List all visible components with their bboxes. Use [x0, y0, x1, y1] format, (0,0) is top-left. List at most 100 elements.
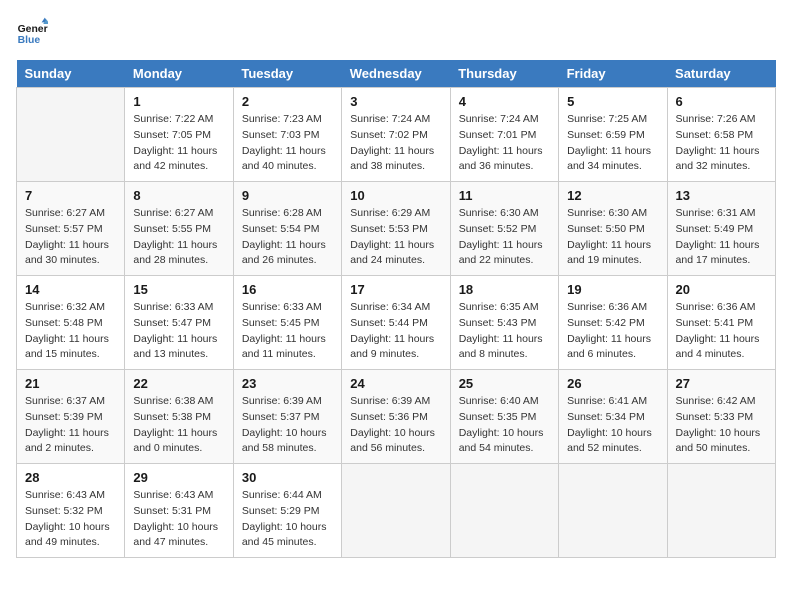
week-row-4: 28 Sunrise: 6:43 AMSunset: 5:32 PMDayligh…	[17, 464, 776, 558]
day-cell: 19 Sunrise: 6:36 AMSunset: 5:42 PMDayligh…	[559, 276, 667, 370]
day-number: 19	[567, 282, 658, 297]
day-cell	[342, 464, 450, 558]
day-info: Sunrise: 6:42 AMSunset: 5:33 PMDaylight:…	[676, 394, 767, 457]
day-cell: 14 Sunrise: 6:32 AMSunset: 5:48 PMDayligh…	[17, 276, 125, 370]
day-cell: 15 Sunrise: 6:33 AMSunset: 5:47 PMDayligh…	[125, 276, 233, 370]
day-info: Sunrise: 7:24 AMSunset: 7:02 PMDaylight:…	[350, 112, 441, 175]
day-number: 12	[567, 188, 658, 203]
day-cell	[450, 464, 558, 558]
day-info: Sunrise: 7:26 AMSunset: 6:58 PMDaylight:…	[676, 112, 767, 175]
day-number: 6	[676, 94, 767, 109]
day-number: 29	[133, 470, 224, 485]
day-number: 17	[350, 282, 441, 297]
day-number: 5	[567, 94, 658, 109]
day-cell: 7Sunrise: 6:27 AMSunset: 5:57 PMDaylight…	[17, 182, 125, 276]
day-cell: 1 Sunrise: 7:22 AMSunset: 7:05 PMDaylight…	[125, 88, 233, 182]
day-info: Sunrise: 7:23 AMSunset: 7:03 PMDaylight:…	[242, 112, 333, 175]
day-cell: 4Sunrise: 7:24 AMSunset: 7:01 PMDaylight…	[450, 88, 558, 182]
day-number: 26	[567, 376, 658, 391]
day-info: Sunrise: 6:36 AMSunset: 5:41 PMDaylight:…	[676, 300, 767, 363]
day-cell: 5 Sunrise: 7:25 AMSunset: 6:59 PMDaylight…	[559, 88, 667, 182]
day-cell: 16 Sunrise: 6:33 AMSunset: 5:45 PMDayligh…	[233, 276, 341, 370]
day-number: 21	[25, 376, 116, 391]
day-info: Sunrise: 6:30 AMSunset: 5:50 PMDaylight:…	[567, 206, 658, 269]
day-info: Sunrise: 6:34 AMSunset: 5:44 PMDaylight:…	[350, 300, 441, 363]
day-number: 2	[242, 94, 333, 109]
weekday-thursday: Thursday	[450, 60, 558, 88]
day-number: 30	[242, 470, 333, 485]
weekday-header-row: SundayMondayTuesdayWednesdayThursdayFrid…	[17, 60, 776, 88]
day-info: Sunrise: 6:39 AMSunset: 5:36 PMDaylight:…	[350, 394, 441, 457]
day-number: 10	[350, 188, 441, 203]
day-number: 20	[676, 282, 767, 297]
day-info: Sunrise: 6:39 AMSunset: 5:37 PMDaylight:…	[242, 394, 333, 457]
day-info: Sunrise: 6:28 AMSunset: 5:54 PMDaylight:…	[242, 206, 333, 269]
week-row-0: 1 Sunrise: 7:22 AMSunset: 7:05 PMDaylight…	[17, 88, 776, 182]
day-cell: 12 Sunrise: 6:30 AMSunset: 5:50 PMDayligh…	[559, 182, 667, 276]
day-cell: 25 Sunrise: 6:40 AMSunset: 5:35 PMDayligh…	[450, 370, 558, 464]
day-info: Sunrise: 6:41 AMSunset: 5:34 PMDaylight:…	[567, 394, 658, 457]
day-info: Sunrise: 6:36 AMSunset: 5:42 PMDaylight:…	[567, 300, 658, 363]
day-info: Sunrise: 6:31 AMSunset: 5:49 PMDaylight:…	[676, 206, 767, 269]
day-info: Sunrise: 6:32 AMSunset: 5:48 PMDaylight:…	[25, 300, 116, 363]
day-number: 16	[242, 282, 333, 297]
day-info: Sunrise: 6:30 AMSunset: 5:52 PMDaylight:…	[459, 206, 550, 269]
day-number: 24	[350, 376, 441, 391]
day-cell: 29Sunrise: 6:43 AMSunset: 5:31 PMDayligh…	[125, 464, 233, 558]
day-info: Sunrise: 6:43 AMSunset: 5:32 PMDaylight:…	[25, 488, 116, 551]
day-cell: 23 Sunrise: 6:39 AMSunset: 5:37 PMDayligh…	[233, 370, 341, 464]
day-cell: 6 Sunrise: 7:26 AMSunset: 6:58 PMDaylight…	[667, 88, 775, 182]
day-number: 15	[133, 282, 224, 297]
day-cell: 3Sunrise: 7:24 AMSunset: 7:02 PMDaylight…	[342, 88, 450, 182]
day-cell: 2 Sunrise: 7:23 AMSunset: 7:03 PMDaylight…	[233, 88, 341, 182]
day-info: Sunrise: 6:38 AMSunset: 5:38 PMDaylight:…	[133, 394, 224, 457]
logo: General Blue	[16, 16, 52, 48]
day-cell: 13 Sunrise: 6:31 AMSunset: 5:49 PMDayligh…	[667, 182, 775, 276]
calendar-header: SundayMondayTuesdayWednesdayThursdayFrid…	[17, 60, 776, 88]
day-number: 8	[133, 188, 224, 203]
day-cell	[17, 88, 125, 182]
day-info: Sunrise: 6:33 AMSunset: 5:45 PMDaylight:…	[242, 300, 333, 363]
svg-text:Blue: Blue	[18, 35, 41, 46]
day-cell: 21Sunrise: 6:37 AMSunset: 5:39 PMDayligh…	[17, 370, 125, 464]
day-number: 7	[25, 188, 116, 203]
logo-icon: General Blue	[16, 16, 48, 48]
day-info: Sunrise: 6:40 AMSunset: 5:35 PMDaylight:…	[459, 394, 550, 457]
weekday-wednesday: Wednesday	[342, 60, 450, 88]
day-number: 28	[25, 470, 116, 485]
week-row-2: 14 Sunrise: 6:32 AMSunset: 5:48 PMDayligh…	[17, 276, 776, 370]
weekday-friday: Friday	[559, 60, 667, 88]
day-cell: 10Sunrise: 6:29 AMSunset: 5:53 PMDayligh…	[342, 182, 450, 276]
day-info: Sunrise: 6:33 AMSunset: 5:47 PMDaylight:…	[133, 300, 224, 363]
weekday-monday: Monday	[125, 60, 233, 88]
day-cell: 28 Sunrise: 6:43 AMSunset: 5:32 PMDayligh…	[17, 464, 125, 558]
week-row-1: 7Sunrise: 6:27 AMSunset: 5:57 PMDaylight…	[17, 182, 776, 276]
day-cell: 18Sunrise: 6:35 AMSunset: 5:43 PMDayligh…	[450, 276, 558, 370]
day-number: 1	[133, 94, 224, 109]
day-number: 25	[459, 376, 550, 391]
weekday-tuesday: Tuesday	[233, 60, 341, 88]
day-cell	[559, 464, 667, 558]
day-cell: 22 Sunrise: 6:38 AMSunset: 5:38 PMDayligh…	[125, 370, 233, 464]
day-number: 9	[242, 188, 333, 203]
day-info: Sunrise: 6:35 AMSunset: 5:43 PMDaylight:…	[459, 300, 550, 363]
day-info: Sunrise: 7:25 AMSunset: 6:59 PMDaylight:…	[567, 112, 658, 175]
day-cell: 27Sunrise: 6:42 AMSunset: 5:33 PMDayligh…	[667, 370, 775, 464]
day-cell: 8 Sunrise: 6:27 AMSunset: 5:55 PMDaylight…	[125, 182, 233, 276]
weekday-saturday: Saturday	[667, 60, 775, 88]
day-cell	[667, 464, 775, 558]
day-number: 22	[133, 376, 224, 391]
day-cell: 9 Sunrise: 6:28 AMSunset: 5:54 PMDaylight…	[233, 182, 341, 276]
day-number: 14	[25, 282, 116, 297]
day-info: Sunrise: 6:27 AMSunset: 5:55 PMDaylight:…	[133, 206, 224, 269]
day-number: 13	[676, 188, 767, 203]
page-header: General Blue	[16, 16, 776, 48]
week-row-3: 21Sunrise: 6:37 AMSunset: 5:39 PMDayligh…	[17, 370, 776, 464]
day-info: Sunrise: 7:22 AMSunset: 7:05 PMDaylight:…	[133, 112, 224, 175]
calendar-body: 1 Sunrise: 7:22 AMSunset: 7:05 PMDaylight…	[17, 88, 776, 558]
svg-text:General: General	[18, 24, 48, 35]
day-cell: 11Sunrise: 6:30 AMSunset: 5:52 PMDayligh…	[450, 182, 558, 276]
day-number: 23	[242, 376, 333, 391]
day-cell: 26 Sunrise: 6:41 AMSunset: 5:34 PMDayligh…	[559, 370, 667, 464]
day-number: 4	[459, 94, 550, 109]
